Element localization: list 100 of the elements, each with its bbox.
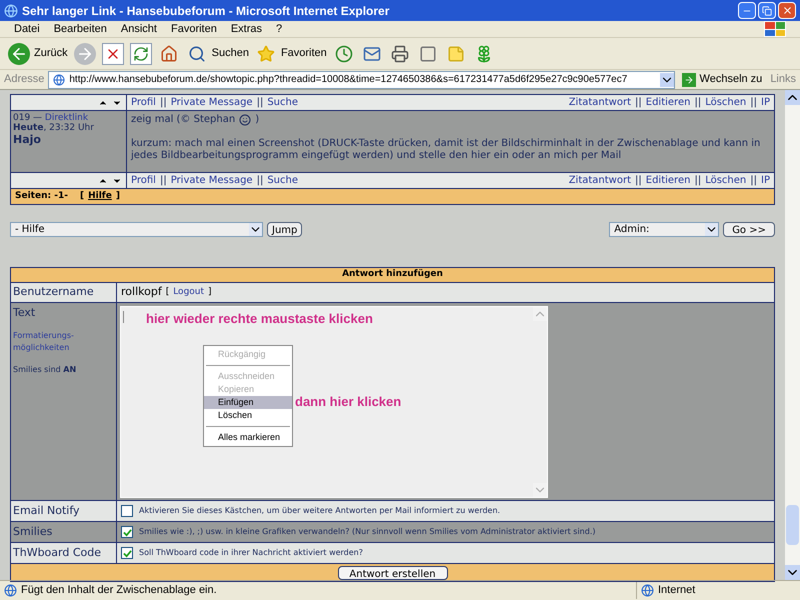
minimize-button[interactable]: [738, 2, 756, 19]
address-text: http://www.hansebubeforum.de/showtopic.php?threadid=10008&time=1274650386&s=617231477a5d6f295e27c9c90e577ec7: [69, 73, 628, 87]
scroll-down-icon[interactable]: [785, 565, 800, 580]
context-menu-item[interactable]: Löschen: [204, 409, 292, 422]
post-action-link[interactable]: IP: [761, 95, 770, 110]
go-button[interactable]: Wechseln zu: [682, 71, 762, 88]
separator: ||: [750, 96, 758, 110]
post-action-link[interactable]: Zitatantwort: [568, 173, 632, 188]
toolbar-button[interactable]: Suchen: [186, 42, 249, 64]
select-value: Admin:: [614, 222, 650, 236]
back-icon: [8, 42, 30, 64]
forward-icon: [74, 42, 96, 64]
ie-icon: [4, 4, 18, 18]
post-time: Heute, 23:32 Uhr: [13, 123, 95, 133]
check-icon: [122, 548, 132, 558]
bracket: ]: [208, 286, 212, 299]
help-link[interactable]: Hilfe: [88, 190, 112, 204]
option-text: Soll ThWboard code in ihrer Nachricht aktiviert werden?: [139, 547, 363, 559]
post-action-link[interactable]: Zitatantwort: [568, 95, 632, 110]
jump-button[interactable]: Jump: [267, 222, 302, 236]
separator: ||: [750, 174, 758, 188]
menu-item[interactable]: Ansicht: [120, 20, 157, 38]
menu-item[interactable]: Datei: [14, 20, 40, 38]
toolbar-button[interactable]: Favoriten: [254, 42, 327, 64]
checkbox[interactable]: [121, 547, 133, 559]
close-icon: [782, 5, 792, 16]
zone-text: Internet: [658, 583, 696, 598]
scroll-thumb[interactable]: [786, 505, 799, 545]
restore-icon: [762, 6, 772, 16]
page-icon: [53, 74, 66, 86]
menu-item[interactable]: Extras: [230, 20, 262, 38]
post-action-link[interactable]: Löschen: [705, 173, 746, 188]
field-label: Benutzername: [11, 283, 117, 302]
context-menu-item[interactable]: Alles markieren: [204, 431, 292, 444]
field-label: Email Notify: [11, 501, 117, 521]
refresh-icon: [130, 42, 152, 64]
post-action-link[interactable]: Profil: [131, 95, 156, 110]
separator: ||: [694, 174, 702, 188]
reply-header: Antwort hinzufügen: [11, 268, 774, 283]
annotation: hier wieder rechte maustaste klicken: [146, 310, 373, 328]
annotation: dann hier klicken: [295, 393, 402, 411]
toolbar-button[interactable]: [102, 42, 124, 64]
post-action-link[interactable]: IP: [761, 173, 770, 188]
scroll-up-icon[interactable]: [785, 90, 800, 105]
window-title: Sehr langer Link - Hansebubeforum - Microsoft Internet Explorer: [22, 2, 390, 20]
post-action-link[interactable]: Editieren: [646, 95, 690, 110]
maximize-button[interactable]: [758, 2, 776, 19]
post-action-link[interactable]: Löschen: [705, 95, 746, 110]
logout-link[interactable]: Logout: [173, 286, 204, 300]
separator: ||: [635, 174, 642, 188]
text-cursor: [123, 311, 124, 323]
stop-icon: [102, 42, 124, 64]
separator: ||: [160, 174, 167, 188]
page-icon: [4, 584, 17, 597]
menu-item[interactable]: Favoriten: [170, 20, 217, 38]
smilies-status: Smilies sind AN: [13, 364, 78, 376]
toolbar-button[interactable]: [130, 42, 152, 64]
bracket: ]: [116, 190, 120, 203]
post-action-link[interactable]: Private Message: [170, 95, 253, 110]
go-button[interactable]: Go >>: [723, 222, 775, 236]
status-text: Fügt den Inhalt der Zwischenablage ein.: [21, 583, 217, 598]
post-meta: 019 — Direktlink: [13, 113, 90, 123]
post-action-link[interactable]: Editieren: [646, 173, 690, 188]
checkbox[interactable]: [121, 505, 133, 517]
post-text: zeig mal (© Stephan: [131, 114, 236, 126]
post-text: ): [255, 114, 260, 126]
close-button[interactable]: [778, 2, 796, 19]
post-action-link[interactable]: Suche: [267, 95, 298, 110]
context-menu-item[interactable]: Einfügen: [204, 396, 292, 409]
go-arrow-icon: [684, 74, 694, 84]
smiley-icon: [239, 114, 252, 126]
dropdown-icon[interactable]: [705, 222, 718, 236]
admin-select[interactable]: Admin:: [609, 222, 720, 236]
post-action-link[interactable]: Profil: [131, 173, 156, 188]
jump-select[interactable]: - Hilfe: [10, 222, 263, 236]
bracket: [: [80, 190, 84, 203]
page-scrollbar[interactable]: [785, 90, 800, 580]
username: rollkopf: [121, 284, 162, 300]
menu-item[interactable]: Bearbeiten: [54, 20, 107, 38]
post-action-link[interactable]: Private Message: [170, 173, 253, 188]
field-label: Smilies: [11, 522, 117, 542]
address-field[interactable]: http://www.hansebubeforum.de/showtopic.php?threadid=10008&time=1274650386&s=617231477a5d6f295e27c9c90e577ec7: [48, 70, 675, 88]
address-label: Adresse: [4, 72, 44, 88]
post-action-link[interactable]: Suche: [267, 173, 298, 188]
separator: ||: [160, 96, 167, 110]
submit-button[interactable]: Antwort erstellen: [338, 566, 448, 580]
field-label: ThWboard Code: [11, 543, 117, 563]
option-text: Aktivieren Sie dieses Kästchen, um über weitere Antworten per Mail informiert zu werden.: [139, 505, 500, 517]
post-author[interactable]: Hajo: [13, 133, 124, 146]
separator: ||: [635, 96, 642, 110]
windows-logo: [764, 21, 786, 37]
checkbox[interactable]: [121, 526, 133, 538]
menu-item[interactable]: ?: [276, 20, 282, 38]
dropdown-icon[interactable]: [249, 222, 262, 236]
separator: ||: [694, 96, 702, 110]
field-label: Text: [13, 305, 36, 321]
bracket: [: [166, 286, 170, 299]
toolbar-button[interactable]: Zurück: [8, 42, 68, 64]
separator: ||: [256, 96, 264, 110]
select-value: - Hilfe: [15, 222, 45, 236]
